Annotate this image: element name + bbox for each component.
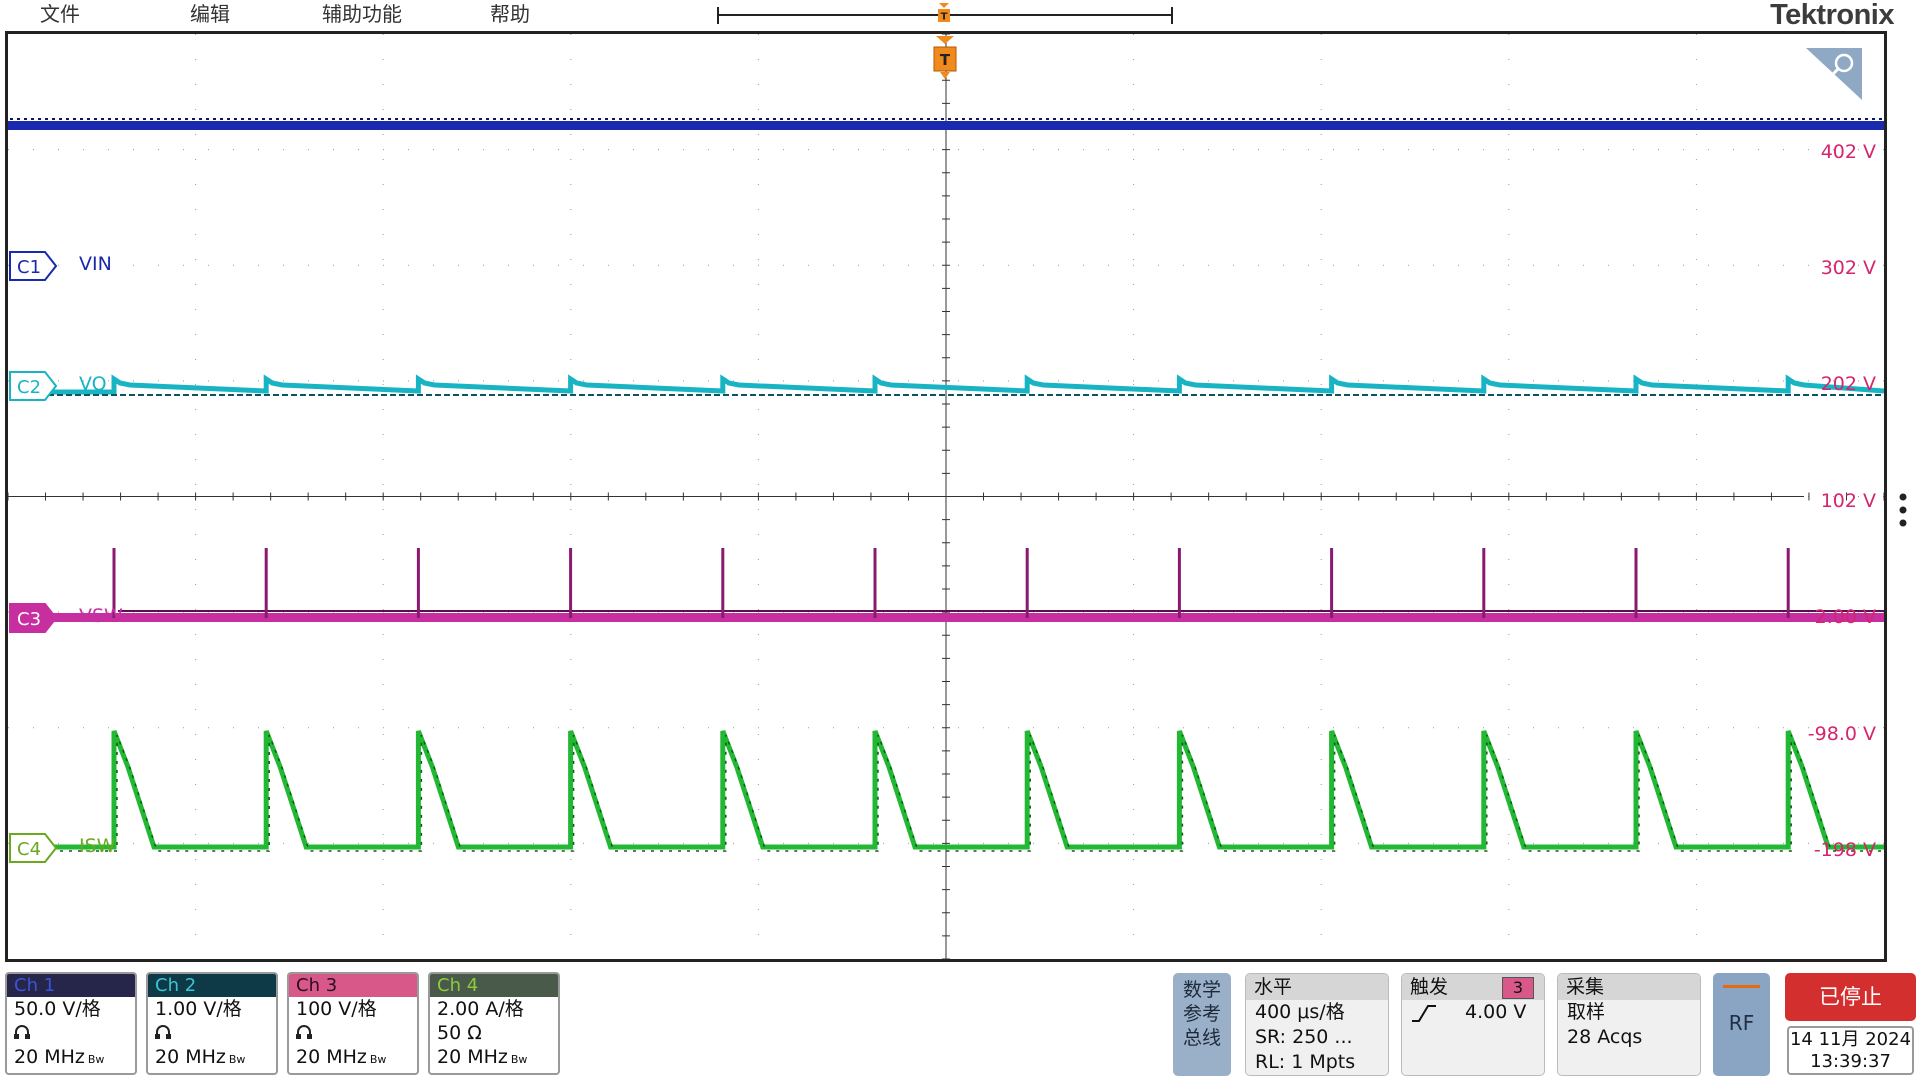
ch3-scale: 100 V/格 — [296, 998, 377, 1020]
ch1-probe-row — [7, 1021, 135, 1045]
ch2-scale: 1.00 V/格 — [155, 998, 242, 1020]
horizontal-scale: 400 μs/格 — [1255, 1001, 1345, 1023]
svg-text:T: T — [941, 12, 948, 23]
math-ref-bus-line: 数学 — [1182, 979, 1221, 1001]
vscale-label: 2.00 V — [1814, 606, 1876, 628]
ch1-badge[interactable]: Ch 1 50.0 V/格 20 MHz Bw — [5, 972, 137, 1075]
vscale-label: 102 V — [1820, 490, 1876, 512]
trigger-level-row: 4.00 V — [1402, 1000, 1544, 1025]
bw-limit-icon: Bw — [369, 1053, 387, 1066]
probe-icon — [296, 1025, 312, 1039]
vscale-label: 202 V — [1820, 373, 1876, 395]
acquisition-title: 采集 — [1558, 974, 1700, 1000]
control-bar: Ch 1 50.0 V/格 20 MHz Bw Ch 2 1.00 V/格 20 … — [0, 968, 1920, 1080]
ch3-badge[interactable]: Ch 3 100 V/格 20 MHz Bw — [287, 972, 419, 1075]
svg-text:C4: C4 — [17, 839, 41, 860]
probe-icon — [14, 1025, 30, 1039]
more-options-icon[interactable] — [1899, 493, 1907, 527]
ch2-bandwidth: 20 MHz Bw — [155, 1046, 246, 1068]
vscale-label: -198 V — [1813, 839, 1876, 861]
trigger-source-badge: 3 — [1502, 977, 1534, 999]
ch1-badge-header: Ch 1 — [7, 974, 135, 997]
date-text: 14 11月 2024 — [1789, 1029, 1912, 1050]
menu-bar: 文件 编辑 辅助功能 帮助 T Tektronix — [0, 0, 1920, 30]
ch3-badge-header: Ch 3 — [289, 974, 417, 997]
ch4-marker[interactable]: C4 — [9, 833, 58, 863]
trigger-position-mini-icon: T — [938, 3, 950, 23]
graticule — [8, 34, 1884, 959]
run-stop-button[interactable]: 已停止 — [1785, 973, 1916, 1021]
ch2-probe-row — [148, 1021, 276, 1045]
ch3-marker[interactable]: C3 — [9, 603, 58, 633]
horizontal-panel[interactable]: 水平 400 μs/格 SR: 250 ... RL: 1 Mpts — [1245, 973, 1389, 1076]
ch4-badge[interactable]: Ch 4 2.00 A/格 50 Ω 20 MHz Bw — [428, 972, 560, 1075]
math-ref-bus-line: 参考 — [1182, 1003, 1221, 1025]
trigger-position-icon[interactable]: T — [932, 36, 958, 80]
ch1-scale: 50.0 V/格 — [14, 998, 101, 1020]
ch4-noise — [51, 734, 1884, 852]
trigger-panel[interactable]: 触发 3 4.00 V — [1401, 973, 1545, 1076]
menu-accessibility[interactable]: 辅助功能 — [322, 0, 402, 28]
bw-limit-icon: Bw — [228, 1053, 246, 1066]
acquisition-panel[interactable]: 采集 取样 28 Acqs — [1557, 973, 1701, 1076]
ch1-marker[interactable]: C1 — [9, 251, 58, 281]
ch3-trace — [48, 613, 1884, 622]
time-text: 13:39:37 — [1810, 1051, 1891, 1072]
rising-edge-icon — [1412, 1004, 1436, 1022]
rf-button[interactable]: RF — [1713, 973, 1770, 1076]
ch4-termination: 50 Ω — [437, 1022, 482, 1044]
ch4-scale: 2.00 A/格 — [437, 998, 524, 1020]
acquisition-count: 28 Acqs — [1567, 1026, 1643, 1048]
probe-icon — [155, 1025, 171, 1039]
vscale-label: 302 V — [1820, 257, 1876, 279]
menu-edit[interactable]: 编辑 — [190, 0, 230, 28]
ch2-marker[interactable]: C2 — [9, 371, 58, 401]
math-ref-bus-line: 总线 — [1182, 1027, 1221, 1049]
svg-text:C3: C3 — [17, 609, 41, 630]
acquisition-mode: 取样 — [1567, 1001, 1606, 1023]
ch4-name: ISW — [79, 835, 116, 857]
svg-text:T: T — [940, 51, 951, 69]
rf-label: RF — [1728, 1011, 1755, 1035]
vscale-label: -98.0 V — [1807, 723, 1876, 745]
ch4-trace — [48, 730, 1884, 850]
oscilloscope-app: 文件 编辑 辅助功能 帮助 T Tektronix C1 VIN C2 VO C… — [0, 0, 1920, 1080]
math-ref-bus-button[interactable]: 数学 参考 总线 — [1173, 973, 1231, 1076]
sample-rate: SR: 250 ... — [1255, 1026, 1353, 1048]
ch4-bandwidth: 20 MHz Bw — [437, 1046, 528, 1068]
menu-file[interactable]: 文件 — [40, 0, 80, 28]
ch3-name: VSW — [79, 605, 123, 627]
ch1-name: VIN — [79, 253, 112, 275]
waveform-display[interactable]: C1 VIN C2 VO C3 VSW C4 ISW 402 V 302 V 2… — [5, 31, 1887, 962]
record-length: RL: 1 Mpts — [1255, 1051, 1356, 1073]
ch2-badge[interactable]: Ch 2 1.00 V/格 20 MHz Bw — [146, 972, 278, 1075]
bw-limit-icon: Bw — [87, 1053, 105, 1066]
horizontal-title: 水平 — [1246, 974, 1388, 1000]
measure-ruler-icon[interactable] — [1804, 46, 1864, 101]
menu-help[interactable]: 帮助 — [490, 0, 530, 28]
rf-indicator — [1723, 985, 1760, 988]
ch2-badge-header: Ch 2 — [148, 974, 276, 997]
ch1-trace — [8, 121, 1884, 130]
ch3-probe-row — [289, 1021, 417, 1045]
ch3-bandwidth: 20 MHz Bw — [296, 1046, 387, 1068]
vscale-label: 402 V — [1820, 141, 1876, 163]
brand-logo: Tektronix — [1770, 0, 1894, 31]
svg-text:C2: C2 — [17, 377, 41, 398]
bw-limit-icon: Bw — [510, 1053, 528, 1066]
svg-text:C1: C1 — [17, 257, 41, 278]
date-time-display[interactable]: 14 11月 2024 13:39:37 — [1787, 1026, 1914, 1075]
trigger-title: 触发 3 — [1402, 974, 1544, 1000]
ch4-badge-header: Ch 4 — [430, 974, 558, 997]
ch1-bandwidth: 20 MHz Bw — [14, 1046, 105, 1068]
ch2-name: VO — [79, 373, 107, 395]
